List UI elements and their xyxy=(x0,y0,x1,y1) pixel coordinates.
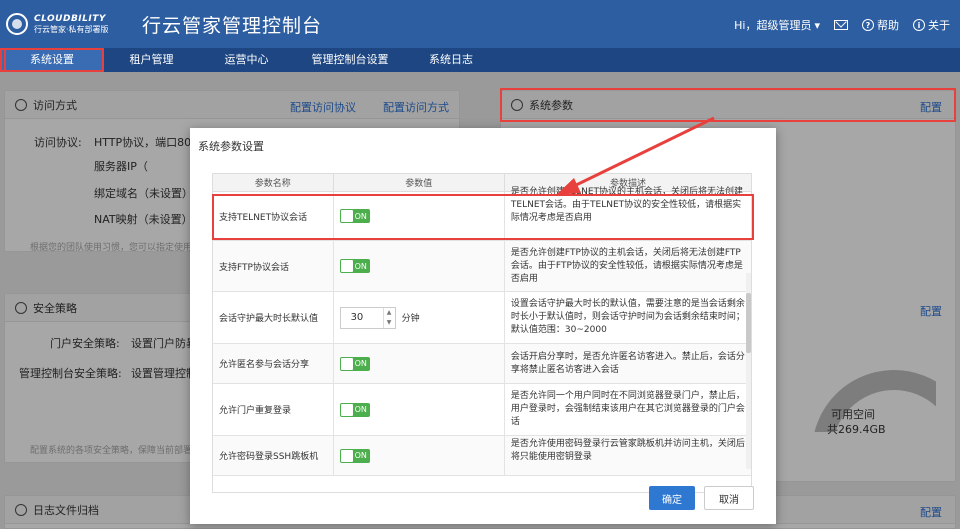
server-ip-label: 服务器IP（ xyxy=(94,160,148,173)
table-row: 支持FTP协议会话 ON 是否允许创建FTP协议的主机会话，关闭后将无法创建FT… xyxy=(213,241,751,292)
table-row: 会话守护最大时长默认值 30 ▲ ▼ 分钟 设置会话守护最大时长的默认值，需要注意… xyxy=(213,292,751,344)
mail-icon[interactable] xyxy=(834,20,848,30)
portal-policy-label: 门户安全策略: xyxy=(50,337,120,350)
shield-icon xyxy=(15,301,27,314)
console-policy-label: 管理控制台安全策略: xyxy=(19,367,122,380)
logo-en-text: CLOUDBILITY xyxy=(34,14,106,25)
table-row: 允许密码登录SSH跳板机 ON 是否允许使用密码登录行云管家跳板机并访问主机，关… xyxy=(213,436,751,476)
nav-console-settings[interactable]: 管理控制台设置 xyxy=(294,48,406,72)
nav-operations-center[interactable]: 运营中心 xyxy=(199,48,294,72)
session-duration-input[interactable]: 30 ▲ ▼ xyxy=(339,306,396,329)
param-table: 参数名称 参数值 参数描述 支持TELNET协议会话 ON 是否允许创建TELN… xyxy=(212,173,752,493)
access-hint: 根据您的团队使用习惯，您可以指定使用 xyxy=(30,243,193,253)
access-panel-title: 访问方式 xyxy=(33,98,77,112)
param-desc: 是否允许同一个用户同时在不同浏览器登录门户，禁止后，用户登录时，会强制结束该用户… xyxy=(510,391,745,427)
config-protocol-link[interactable]: 配置访问协议 xyxy=(290,99,356,115)
chevron-up-icon: ▲ xyxy=(386,309,392,316)
help-label: 帮助 xyxy=(877,19,899,32)
protocol-value: HTTP协议，端口80 xyxy=(94,136,192,149)
nav-system-logs[interactable]: 系统日志 xyxy=(406,48,496,72)
brand-logo[interactable]: CLOUDBILITY 行云管家·私有部署版 xyxy=(6,8,136,40)
ok-button[interactable]: 确定 xyxy=(649,486,695,510)
param-name: 允许匿名参与会话分享 xyxy=(213,344,334,383)
telnet-toggle[interactable]: ON xyxy=(339,209,370,223)
ftp-toggle[interactable]: ON xyxy=(339,259,370,273)
dialog-title: 系统参数设置 xyxy=(198,140,264,153)
cloud-logo-icon xyxy=(6,13,28,35)
param-desc: 是否允许创建FTP协议的主机会话，关闭后将无法创建FTP会话。由于FTP协议的安… xyxy=(510,247,743,284)
system-param-dialog: 系统参数设置 参数名称 参数值 参数描述 支持TELNET协议会话 ON 是否允… xyxy=(190,128,776,524)
globe-icon xyxy=(511,98,523,111)
security-hint: 配置系统的各项安全策略，保障当前部署 xyxy=(30,446,193,456)
free-space-label: 可用空间 xyxy=(831,408,875,421)
config-access-link[interactable]: 配置访问方式 xyxy=(383,99,449,115)
col-name: 参数名称 xyxy=(213,174,334,191)
logo-cn-text: 行云管家·私有部署版 xyxy=(34,24,109,34)
minutes-unit: 分钟 xyxy=(401,314,420,324)
app-title: 行云管家管理控制台 xyxy=(142,15,323,37)
nav-tenant-management[interactable]: 租户管理 xyxy=(104,48,199,72)
log-archive-title: 日志文件归档 xyxy=(33,503,99,517)
log-config-link[interactable]: 配置 xyxy=(920,504,942,520)
security-panel-title: 安全策略 xyxy=(33,301,77,315)
col-value: 参数值 xyxy=(334,174,505,191)
user-greeting: Hi，超级管理员 xyxy=(734,19,812,32)
top-header: CLOUDBILITY 行云管家·私有部署版 行云管家管理控制台 Hi，超级管理… xyxy=(0,0,960,48)
globe-icon xyxy=(15,503,27,516)
sysparam-panel-title: 系统参数 xyxy=(529,98,573,112)
param-name: 支持FTP协议会话 xyxy=(213,241,334,291)
table-row: 允许匿名参与会话分享 ON 会话开启分享时，是否允许匿名访客进入。禁止后，会话分… xyxy=(213,344,751,384)
ssh-password-toggle[interactable]: ON xyxy=(339,448,370,463)
sysparam-config-link[interactable]: 配置 xyxy=(920,99,942,115)
param-name: 支持TELNET协议会话 xyxy=(213,192,334,240)
chevron-down-icon: ▼ xyxy=(386,319,392,326)
param-desc: 会话开启分享时，是否允许匿名访客进入。禁止后，会话分享将禁止匿名访客进入会话 xyxy=(510,351,745,375)
param-desc: 设置会话守护最大时长的默认值，需要注意的是当会话剩余时长小于默认值时，则会话守护… xyxy=(510,299,745,335)
portal-policy-value: 设置门户防暴 xyxy=(131,337,197,350)
about-link[interactable]: i 关于 xyxy=(913,17,950,33)
user-menu[interactable]: Hi，超级管理员 ▾ xyxy=(734,17,820,33)
cancel-button[interactable]: 取消 xyxy=(704,486,754,510)
globe-icon xyxy=(15,98,27,111)
param-name: 允许密码登录SSH跳板机 xyxy=(213,436,334,475)
protocol-label: 访问协议: xyxy=(34,136,82,149)
security-config-link[interactable]: 配置 xyxy=(920,303,942,319)
question-icon: ? xyxy=(862,19,874,31)
stepper-arrows[interactable]: ▲ ▼ xyxy=(382,307,395,328)
domain-label: 绑定域名（未设置） xyxy=(94,187,193,200)
console-policy-value: 设置管理控制 xyxy=(131,367,197,380)
repeat-login-toggle[interactable]: ON xyxy=(339,402,370,417)
table-row: 允许门户重复登录 ON 是否允许同一个用户同时在不同浏览器登录门户，禁止后，用户… xyxy=(213,384,751,436)
scroll-thumb[interactable] xyxy=(746,293,751,353)
param-name: 会话守护最大时长默认值 xyxy=(213,292,334,343)
total-space-label: 共269.4GB xyxy=(827,423,886,436)
about-label: 关于 xyxy=(928,19,950,32)
anonymous-share-toggle[interactable]: ON xyxy=(339,356,370,371)
main-nav: 系统设置 租户管理 运营中心 管理控制台设置 系统日志 xyxy=(0,48,960,72)
nav-system-settings[interactable]: 系统设置 xyxy=(0,48,104,72)
chevron-down-icon: ▾ xyxy=(814,18,820,32)
info-icon: i xyxy=(913,19,925,31)
param-desc: 是否允许创建TELNET协议的主机会话，关闭后将无法创建TELNET会话。由于T… xyxy=(510,187,744,223)
param-name: 允许门户重复登录 xyxy=(213,384,334,435)
table-row: 支持TELNET协议会话 ON 是否允许创建TELNET协议的主机会话，关闭后将… xyxy=(213,187,751,241)
param-desc: 是否允许使用密码登录行云管家跳板机并访问主机，关闭后将只能使用密钥登录 xyxy=(510,439,745,462)
nat-label: NAT映射（未设置） xyxy=(94,213,193,226)
table-scrollbar[interactable] xyxy=(746,273,751,469)
help-link[interactable]: ? 帮助 xyxy=(862,17,899,33)
